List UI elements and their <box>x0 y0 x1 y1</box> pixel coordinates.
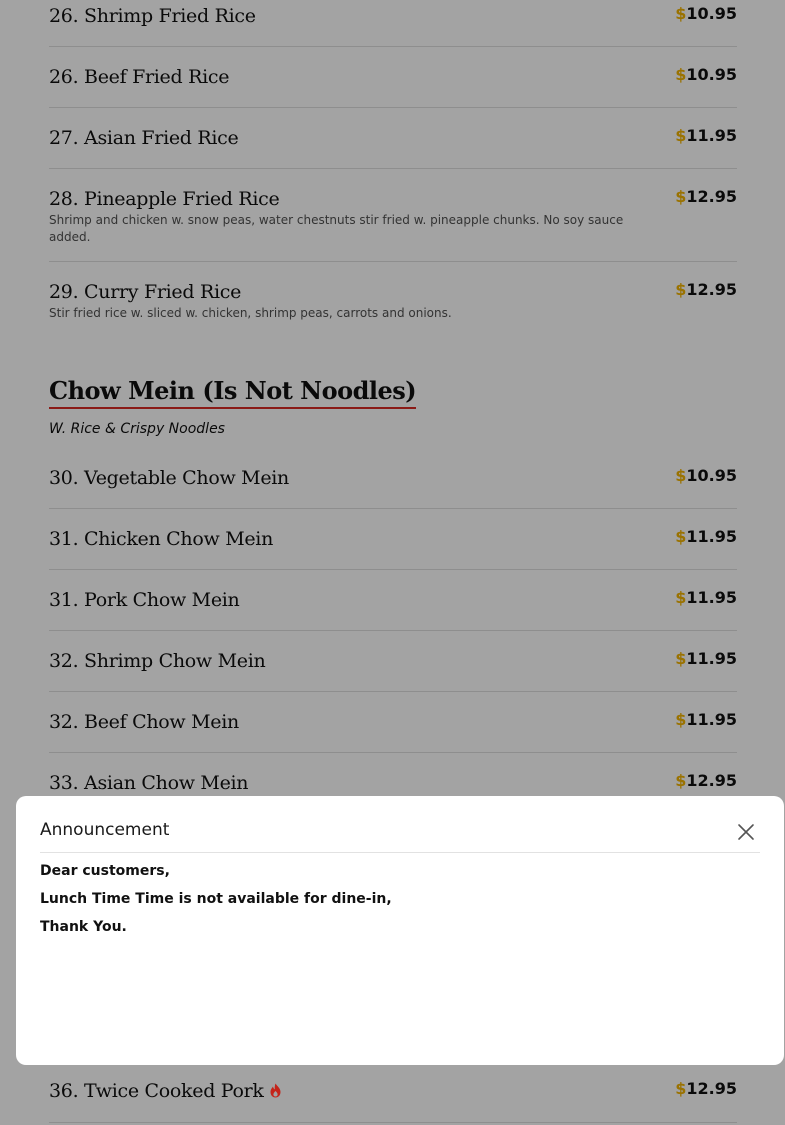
item-price: $12.95 <box>675 771 737 790</box>
price-value: 11.95 <box>686 527 737 546</box>
price-value: 12.95 <box>686 771 737 790</box>
menu-item[interactable]: 28. Pineapple Fried Rice Shrimp and chic… <box>49 169 737 261</box>
item-price: $11.95 <box>675 588 737 607</box>
price-value: 12.95 <box>686 1079 737 1098</box>
item-name: 26. Shrimp Fried Rice <box>49 5 256 27</box>
menu-page: 26. Shrimp Fried Rice $10.95 26. Beef Fr… <box>0 0 785 1125</box>
currency-symbol: $ <box>675 65 687 84</box>
currency-symbol: $ <box>675 649 687 668</box>
announcement-line: Lunch Time Time is not available for din… <box>40 891 392 907</box>
section-title: Chow Mein (Is Not Noodles) <box>49 376 417 409</box>
item-name: 29. Curry Fried Rice <box>49 281 242 303</box>
item-name: 27. Asian Fried Rice <box>49 127 239 149</box>
menu-item[interactable]: 32. Beef Chow Mein $11.95 <box>49 692 737 752</box>
currency-symbol: $ <box>675 280 687 299</box>
item-price: $11.95 <box>675 710 737 729</box>
price-value: 12.95 <box>686 280 737 299</box>
item-price: $11.95 <box>675 126 737 145</box>
item-price: $12.95 <box>675 187 737 206</box>
price-value: 10.95 <box>686 4 737 23</box>
currency-symbol: $ <box>675 126 687 145</box>
currency-symbol: $ <box>675 4 687 23</box>
menu-item[interactable]: 26. Shrimp Fried Rice $10.95 <box>49 0 737 46</box>
item-name-text: 36. Twice Cooked Pork <box>49 1080 264 1102</box>
item-price: $12.95 <box>675 280 737 299</box>
menu-item[interactable]: 30. Vegetable Chow Mein $10.95 <box>49 448 737 508</box>
item-name: 30. Vegetable Chow Mein <box>49 467 289 489</box>
spicy-flame-icon <box>270 1083 281 1098</box>
section-subtitle: W. Rice & Crispy Noodles <box>49 421 225 437</box>
currency-symbol: $ <box>675 187 687 206</box>
item-price: $10.95 <box>675 65 737 84</box>
item-price: $10.95 <box>675 466 737 485</box>
announcement-line: Dear customers, <box>40 863 170 879</box>
item-description: Shrimp and chicken w. snow peas, water c… <box>49 213 624 244</box>
item-name: 31. Chicken Chow Mein <box>49 528 274 550</box>
item-name: 28. Pineapple Fried Rice <box>49 188 280 210</box>
item-name: 33. Asian Chow Mein <box>49 772 249 794</box>
price-value: 10.95 <box>686 466 737 485</box>
item-name: 32. Shrimp Chow Mein <box>49 650 266 672</box>
currency-symbol: $ <box>675 771 687 790</box>
divider <box>49 1122 737 1123</box>
item-name: 26. Beef Fried Rice <box>49 66 230 88</box>
menu-item[interactable]: 31. Chicken Chow Mein $11.95 <box>49 509 737 569</box>
menu-item[interactable]: 36. Twice Cooked Pork $12.95 <box>49 1061 737 1121</box>
announcement-line: Thank You. <box>40 919 127 935</box>
price-value: 11.95 <box>686 649 737 668</box>
item-price: $11.95 <box>675 527 737 546</box>
item-price: $10.95 <box>675 4 737 23</box>
price-value: 11.95 <box>686 710 737 729</box>
currency-symbol: $ <box>675 466 687 485</box>
modal-title: Announcement <box>40 820 170 840</box>
currency-symbol: $ <box>675 588 687 607</box>
menu-item[interactable]: 27. Asian Fried Rice $11.95 <box>49 108 737 168</box>
item-price: $12.95 <box>675 1079 737 1098</box>
announcement-modal: Announcement Dear customers, Lunch Time … <box>16 796 784 1065</box>
item-description: Stir fried rice w. sliced w. chicken, sh… <box>49 306 452 320</box>
item-name: 31. Pork Chow Mein <box>49 589 240 611</box>
price-value: 10.95 <box>686 65 737 84</box>
item-name: 36. Twice Cooked Pork <box>49 1080 282 1102</box>
close-icon[interactable] <box>736 822 756 842</box>
price-value: 11.95 <box>686 126 737 145</box>
menu-item[interactable]: 32. Shrimp Chow Mein $11.95 <box>49 631 737 691</box>
price-value: 11.95 <box>686 588 737 607</box>
item-name: 32. Beef Chow Mein <box>49 711 239 733</box>
currency-symbol: $ <box>675 710 687 729</box>
menu-item[interactable]: 26. Beef Fried Rice $10.95 <box>49 47 737 107</box>
currency-symbol: $ <box>675 1079 687 1098</box>
modal-divider <box>40 852 760 853</box>
menu-item[interactable]: 31. Pork Chow Mein $11.95 <box>49 570 737 630</box>
price-value: 12.95 <box>686 187 737 206</box>
item-price: $11.95 <box>675 649 737 668</box>
currency-symbol: $ <box>675 527 687 546</box>
menu-item[interactable]: 29. Curry Fried Rice Stir fried rice w. … <box>49 262 737 332</box>
